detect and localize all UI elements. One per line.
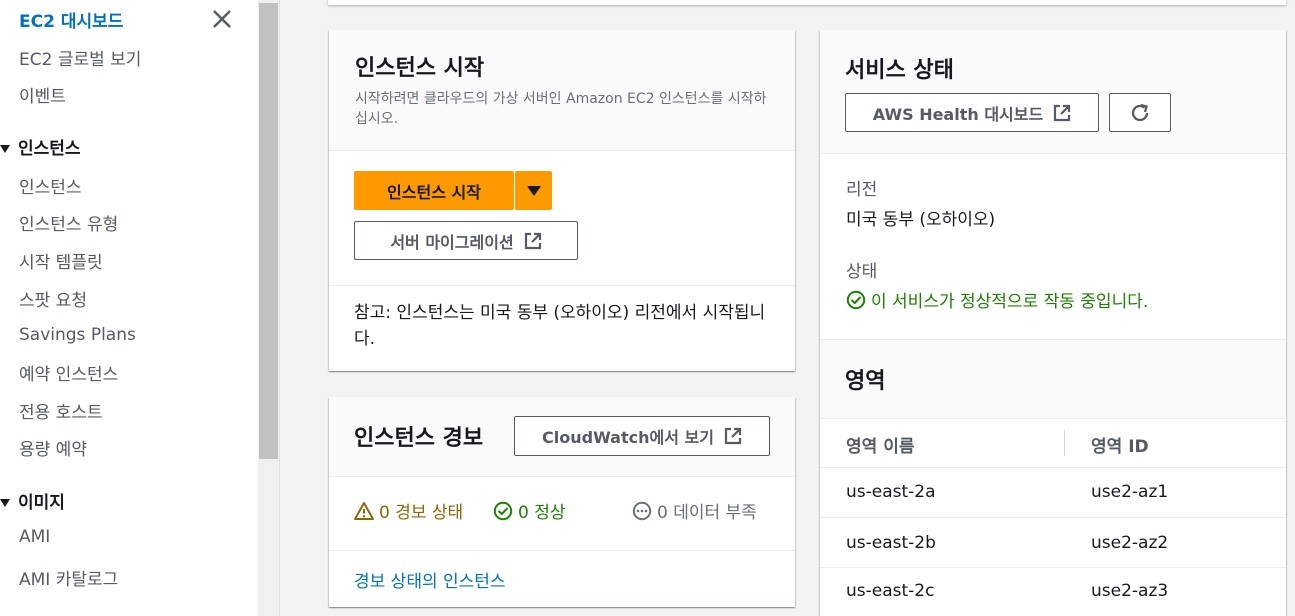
sidebar-item-capacity-reservations[interactable]: 용량 예약 [19, 435, 87, 460]
cloudwatch-label: CloudWatch에서 보기 [542, 428, 714, 447]
warning-icon [354, 501, 374, 520]
region-value: 미국 동부 (오하이오) [846, 210, 996, 230]
aws-health-dashboard-button[interactable]: AWS Health 대시보드 [845, 93, 1099, 132]
refresh-icon [1131, 103, 1149, 121]
launch-description: 시작하려면 클라우드의 가상 서버인 Amazon EC2 인스턴스를 시작하십… [355, 91, 767, 127]
divider [329, 285, 795, 286]
sidebar-item-instance-types[interactable]: 인스턴스 유형 [19, 210, 118, 235]
sidebar-item-instances[interactable]: 인스턴스 [19, 173, 82, 198]
service-card-header [820, 30, 1286, 154]
sidebar-item-spot-requests[interactable]: 스팟 요청 [19, 286, 87, 311]
launch-instance-button[interactable]: 인스턴스 시작 [354, 171, 514, 210]
sidebar-scrollbar-thumb[interactable] [259, 3, 278, 459]
top-panel-edge [328, 0, 1286, 5]
sidebar-item-ec2-dashboard[interactable]: EC2 대시보드 [19, 7, 123, 32]
insufficient-data-stat[interactable]: 0 데이터 부족 [632, 498, 757, 523]
sidebar-item-ami-catalog[interactable]: AMI 카탈로그 [19, 565, 118, 590]
launch-region-note: 참고: 인스턴스는 미국 동부 (오하이오) 리전에서 시작됩니다. [354, 303, 766, 349]
section-label: 이미지 [18, 493, 65, 513]
zones-header [820, 339, 1286, 419]
divider [329, 550, 795, 551]
region-label: 리전 [846, 180, 878, 200]
service-status: 이 서비스가 정상적으로 작동 중입니다. [846, 287, 1148, 312]
row-divider [820, 567, 1286, 568]
zone-id-cell: use2-az3 [1091, 581, 1169, 601]
sidebar: EC2 대시보드 EC2 글로벌 보기 이벤트 인스턴스 인스턴스 인스턴스 유… [0, 0, 258, 616]
zone-name-cell: us-east-2b [846, 533, 936, 553]
zone-name-cell: us-east-2a [846, 482, 936, 502]
refresh-button[interactable] [1109, 93, 1171, 132]
zone-name-column-header[interactable]: 영역 이름 [846, 432, 914, 457]
sidebar-section-instances[interactable]: 인스턴스 [0, 134, 81, 159]
sidebar-item-launch-templates[interactable]: 시작 템플릿 [19, 248, 103, 273]
zone-name-cell: us-east-2c [846, 581, 935, 601]
launch-title: 인스턴스 시작 [355, 56, 485, 81]
check-circle-icon [846, 290, 866, 309]
sidebar-item-events[interactable]: 이벤트 [19, 82, 66, 107]
zone-id-cell: use2-az2 [1091, 533, 1169, 553]
service-status-text: 이 서비스가 정상적으로 작동 중입니다. [871, 292, 1149, 312]
caret-down-icon [526, 185, 541, 196]
alarm-state-text: 0 경보 상태 [379, 503, 464, 523]
alarms-title: 인스턴스 경보 [354, 426, 484, 451]
caret-down-icon [0, 499, 10, 507]
external-link-icon [724, 427, 742, 445]
sidebar-item-global-view[interactable]: EC2 글로벌 보기 [19, 45, 141, 70]
ellipsis-circle-icon [632, 501, 652, 520]
sidebar-item-savings-plans[interactable]: Savings Plans [19, 325, 136, 345]
service-health-title: 서비스 상태 [845, 58, 954, 83]
sidebar-section-images[interactable]: 이미지 [0, 488, 65, 513]
instances-in-alarm-link[interactable]: 경보 상태의 인스턴스 [354, 567, 506, 592]
sidebar-item-ami[interactable]: AMI [19, 527, 50, 547]
caret-down-icon [0, 145, 10, 153]
alarm-state-stat[interactable]: 0 경보 상태 [354, 498, 463, 523]
launch-card-header: 인스턴스 시작 시작하려면 클라우드의 가상 서버인 Amazon EC2 인스… [329, 30, 795, 151]
ok-text: 0 정상 [518, 503, 566, 523]
check-circle-icon [493, 501, 513, 520]
migrate-server-label: 서버 마이그레이션 [390, 232, 514, 252]
migrate-server-button[interactable]: 서버 마이그레이션 [354, 221, 578, 260]
row-divider [820, 467, 1286, 468]
row-divider [820, 517, 1286, 518]
sidebar-item-reserved-instances[interactable]: 예약 인스턴스 [19, 360, 118, 385]
insufficient-data-text: 0 데이터 부족 [657, 503, 757, 523]
launch-dropdown-button[interactable] [515, 171, 552, 210]
external-link-icon [1054, 104, 1071, 121]
section-label: 인스턴스 [18, 139, 81, 159]
ok-stat[interactable]: 0 정상 [493, 498, 566, 523]
sidebar-item-dedicated-hosts[interactable]: 전용 호스트 [19, 398, 103, 423]
aws-health-label: AWS Health 대시보드 [872, 104, 1044, 124]
zone-id-column-header[interactable]: 영역 ID [1091, 432, 1149, 457]
zones-title: 영역 [845, 369, 886, 394]
status-label: 상태 [846, 262, 878, 282]
zone-id-cell: use2-az1 [1091, 482, 1169, 502]
view-in-cloudwatch-button[interactable]: CloudWatch에서 보기 [514, 416, 770, 456]
column-divider [1064, 430, 1065, 456]
external-link-icon [524, 232, 541, 249]
close-icon[interactable] [210, 7, 234, 31]
